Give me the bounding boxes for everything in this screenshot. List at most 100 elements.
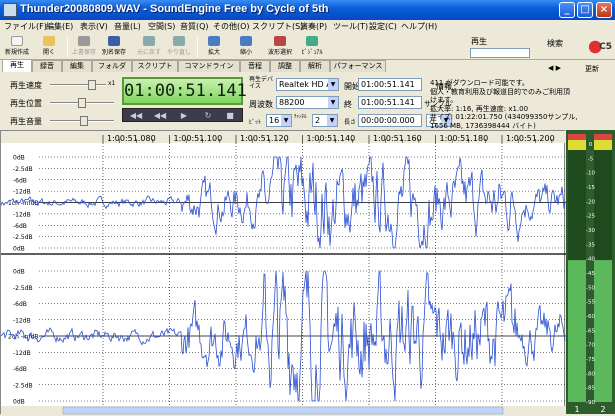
nav-arrows-icon[interactable]: ◀ ▶ (548, 64, 561, 72)
ruler-time-label: 1:00:51.120 (240, 134, 289, 143)
meter-scale-label: -50 (586, 285, 595, 291)
tab-edit[interactable]: 編集 (62, 60, 92, 72)
channel-label: ﾁｬﾝﾈﾙ (294, 114, 307, 120)
close-button[interactable]: × (596, 2, 612, 18)
zoom-in-icon (208, 36, 220, 46)
waveform-view[interactable]: 1:00:51.080 1:00:51.100 1:00:51.120 1:00:51… (0, 130, 566, 415)
db-label: -2.5dB (13, 166, 33, 173)
tab-analyze[interactable]: 解析 (300, 60, 330, 72)
menu-view[interactable]: 表示(V) (80, 21, 108, 32)
save-button[interactable]: 上書保存 (70, 35, 98, 59)
volume-slider[interactable] (50, 116, 114, 126)
waveform-canvas[interactable]: 1:00:51.080 1:00:51.100 1:00:51.120 1:00:51… (1, 131, 566, 415)
meter-scale-label: -45 (586, 271, 595, 277)
db-label: -6dB (13, 223, 27, 230)
speed-slider[interactable] (50, 80, 106, 90)
meter-scale-label: -40 (586, 257, 595, 263)
meter-bar-ch2-clip (594, 134, 612, 140)
stop-button[interactable]: ■ (223, 111, 237, 121)
start-time-field[interactable]: 01:00:51.141 (358, 78, 422, 91)
meter-bar-ch2 (594, 260, 612, 402)
meter-scale-label: -80 (586, 371, 595, 377)
menu-quality[interactable]: 音質(Q) (180, 21, 209, 32)
menu-play[interactable]: 演奏(P) (300, 21, 327, 32)
info-line: 1656 MB, 1736398444 バイト) (430, 121, 536, 130)
db-label: -6dB (13, 177, 27, 184)
menu-file[interactable]: ファイル(F) (4, 21, 47, 32)
menu-settings[interactable]: 設定(C) (369, 21, 397, 32)
redo-button[interactable]: やり直し (165, 35, 193, 59)
meter-scale-label: -85 (586, 386, 595, 392)
tab-play[interactable]: 再生 (2, 59, 32, 72)
speed-label: 再生速度 (10, 81, 42, 90)
meter-bar-ch1 (568, 260, 586, 402)
minimize-button[interactable]: _ (559, 2, 575, 18)
length-field[interactable]: 00:00:00.000 (358, 114, 422, 127)
prev-button[interactable]: ◀◀ (153, 111, 167, 121)
meter-scale-label: -35 (586, 242, 595, 248)
play-button[interactable]: ▶ (177, 111, 191, 121)
update-button[interactable]: 更新 (585, 64, 599, 74)
ruler-time-label: 1:00:51.080 (107, 134, 156, 143)
position-slider[interactable] (50, 98, 114, 108)
db-label: -2.5dB (13, 285, 33, 292)
ruler-time-label: 1:00:51.180 (440, 134, 489, 143)
ruler-time-label: 1:00:51.160 (373, 134, 422, 143)
meter-scale-label: -15 (586, 185, 595, 191)
tab-performance[interactable]: パフォーマンス (330, 60, 386, 72)
menu-edit[interactable]: 編集(E) (46, 21, 73, 32)
device-dropdown[interactable]: Realtek HD A ▼ (276, 78, 339, 91)
tab-adjust[interactable]: 調整 (270, 60, 300, 72)
tab-record[interactable]: 録音 (32, 60, 62, 72)
chevron-down-icon: ▼ (328, 97, 338, 108)
menu-help[interactable]: ヘルプ(H) (401, 21, 437, 32)
visual-button[interactable]: ﾋﾞｼﾞｭｱﾙ (298, 35, 326, 59)
menu-script[interactable]: スクリプト(S) (252, 21, 303, 32)
loop-button[interactable]: ↻ (201, 111, 215, 121)
search-label[interactable]: 検索 (547, 38, 563, 49)
channel-dropdown[interactable]: 2 ▼ (312, 114, 338, 127)
rewind-button[interactable]: ◀◀ (129, 111, 143, 121)
meter-scale-label: -30 (586, 228, 595, 234)
meter-scale-label: -75 (586, 357, 595, 363)
tab-script[interactable]: スクリプト (132, 60, 178, 72)
panel-input[interactable] (470, 48, 530, 58)
waveform-select-button[interactable]: 波形選択 (266, 35, 294, 59)
tab-commandline[interactable]: コマンドライン (178, 60, 240, 72)
save-as-button[interactable]: 別名保存 (100, 35, 128, 59)
level-meter-canvas: 0 -5 -10 -15 -20 -25 -30 -35 -40 -45 -50 -55 -60 -65 -… (568, 134, 612, 414)
ruler-time-label: 1:00:51.200 (506, 134, 555, 143)
meter-bar-ch1-clip (568, 134, 586, 140)
device-label: 再生デバイス (249, 76, 274, 90)
meter-bar-ch1-warn (568, 140, 586, 150)
maximize-button[interactable]: □ (577, 2, 593, 18)
frequency-dropdown[interactable]: 88200 ▼ (276, 96, 339, 109)
menu-tools[interactable]: ツール(T) (333, 21, 368, 32)
zoom-out-icon (240, 36, 252, 46)
right-panel: 再生 検索 C5 (468, 34, 615, 60)
end-time-field[interactable]: 01:00:51.141 (358, 96, 422, 109)
time-display: 01:00:51.141 (122, 77, 247, 105)
bit-label: ﾋﾞｯﾄ (249, 119, 262, 126)
db-label: 0dB (13, 246, 25, 253)
meter-scale-label: 0 (589, 142, 593, 148)
menu-space[interactable]: 空間(S) (148, 21, 175, 32)
db-label: -12dB (13, 317, 31, 324)
meter-scale-label: -60 (586, 314, 595, 320)
visual-icon (306, 36, 318, 46)
undo-button[interactable]: 元に戻す (135, 35, 163, 59)
open-button[interactable]: 開く (35, 35, 63, 59)
zoom-in-button[interactable]: 拡大 (200, 35, 228, 59)
save-icon (78, 36, 90, 46)
title-bar[interactable]: Thunder20080809.WAV - SoundEngine Free b… (0, 0, 615, 20)
zoom-out-button[interactable]: 縮小 (232, 35, 260, 59)
bit-dropdown[interactable]: 16 ▼ (266, 114, 292, 127)
meter-channel-label: 2 (600, 405, 605, 414)
tab-pitch[interactable]: 音程 (240, 60, 270, 72)
info-line: サイズ: 01:22:01.750 (434099350サンプル, (430, 113, 578, 121)
menu-volume[interactable]: 音量(L) (114, 21, 141, 32)
new-file-button[interactable]: 新規作成 (3, 35, 31, 59)
db-label: -12dB (13, 189, 31, 196)
menu-other[interactable]: その他(O) (213, 21, 250, 32)
tab-folder[interactable]: フォルダ (92, 60, 132, 72)
